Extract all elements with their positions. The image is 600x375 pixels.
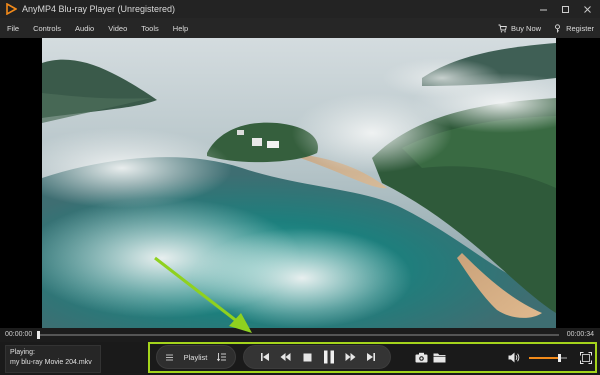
window-controls (532, 0, 598, 18)
app-logo-icon (4, 2, 18, 16)
seek-thumb[interactable] (37, 331, 40, 339)
register-button[interactable]: Register (553, 24, 594, 33)
close-icon (583, 5, 591, 13)
skip-next-icon (367, 353, 375, 361)
previous-button[interactable] (259, 351, 271, 363)
folder-icon (433, 353, 445, 362)
playlist-order-icon[interactable] (216, 352, 227, 362)
volume-thumb[interactable] (558, 354, 562, 362)
skip-previous-icon (261, 353, 269, 361)
buy-now-button[interactable]: Buy Now (498, 24, 541, 33)
now-playing-panel: Playing: my blu-ray Movie 204.mkv (5, 345, 101, 373)
fullscreen-button[interactable] (579, 351, 593, 365)
seek-bar[interactable] (37, 331, 559, 339)
rewind-icon (280, 353, 290, 361)
buy-now-label: Buy Now (511, 23, 542, 33)
menu-controls[interactable]: Controls (26, 24, 68, 33)
menu-bar: File Controls Audio Video Tools Help Buy… (0, 18, 600, 38)
volume-slider[interactable] (529, 354, 567, 362)
minimize-icon (539, 9, 547, 10)
minimize-button[interactable] (532, 0, 554, 18)
stop-icon (303, 353, 311, 361)
maximize-icon (561, 5, 569, 13)
playlist-pill: Playlist (156, 345, 236, 369)
window-title: AnyMP4 Blu-ray Player (Unregistered) (22, 4, 176, 14)
fast-forward-button[interactable] (344, 351, 356, 363)
close-button[interactable] (576, 0, 598, 18)
volume-button[interactable] (507, 351, 521, 363)
control-bar: Playing: my blu-ray Movie 204.mkv Playli… (0, 342, 600, 375)
open-folder-button[interactable] (432, 350, 446, 364)
register-label: Register (566, 23, 594, 33)
snapshot-button[interactable] (414, 350, 428, 364)
now-playing-label: Playing: (10, 349, 35, 356)
camera-icon (415, 352, 427, 362)
next-button[interactable] (365, 351, 377, 363)
cart-icon (498, 24, 507, 32)
total-time: 00:00:34 (566, 331, 594, 338)
stop-button[interactable] (301, 351, 313, 363)
pause-icon (324, 350, 334, 364)
menu-video[interactable]: Video (101, 24, 134, 33)
menu-audio[interactable]: Audio (68, 24, 101, 33)
speaker-icon (508, 352, 519, 362)
fast-forward-icon (345, 353, 355, 361)
menu-file[interactable]: File (0, 24, 26, 33)
menu-tools[interactable]: Tools (134, 24, 166, 33)
video-area[interactable] (0, 38, 600, 328)
video-scene (42, 38, 556, 328)
current-time: 00:00:00 (5, 331, 33, 338)
seek-row: 00:00:00 00:00:34 (0, 328, 600, 342)
maximize-button[interactable] (554, 0, 576, 18)
fullscreen-icon (580, 352, 592, 364)
now-playing-file: my blu-ray Movie 204.mkv (10, 359, 92, 366)
playlist-button[interactable]: Playlist (184, 353, 208, 362)
title-bar: AnyMP4 Blu-ray Player (Unregistered) (0, 0, 600, 18)
list-icon[interactable] (165, 353, 174, 362)
volume-fill (529, 357, 560, 359)
rewind-button[interactable] (279, 351, 291, 363)
pause-button[interactable] (322, 348, 336, 366)
key-icon (555, 23, 561, 32)
video-frame (42, 38, 556, 328)
menu-help[interactable]: Help (166, 24, 195, 33)
